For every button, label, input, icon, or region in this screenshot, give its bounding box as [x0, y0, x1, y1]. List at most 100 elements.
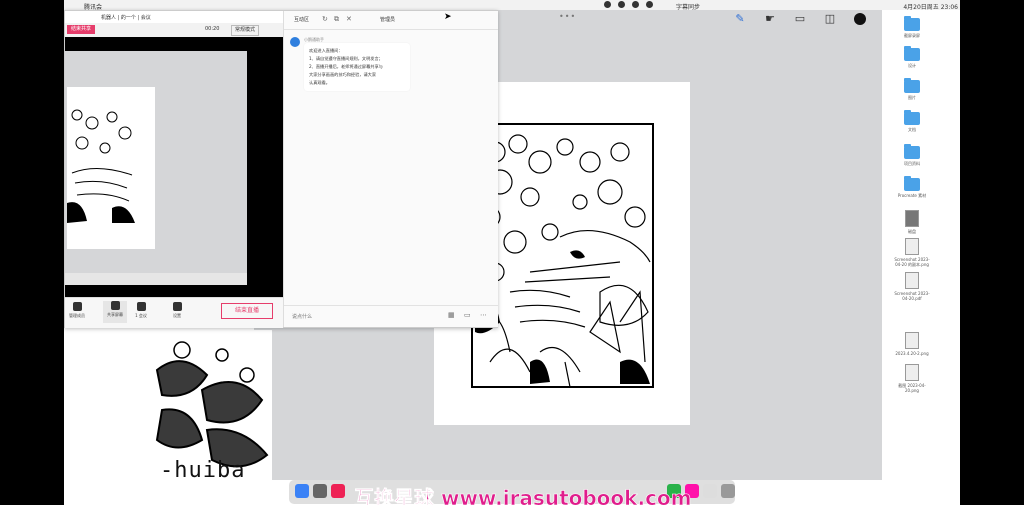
finder-icon[interactable] [295, 484, 309, 498]
refresh-icon[interactable]: ↻ [322, 15, 328, 23]
shared-canvas [67, 87, 155, 249]
message-line: 2、直播开播后，老师将通过屏幕共享与 [309, 64, 383, 69]
brush-icon[interactable]: ✎ [734, 13, 746, 25]
folder-icon [904, 46, 920, 61]
desktop-item-label: Screenshot 2023-04-20 的副本.png [894, 257, 930, 267]
desktop: 腾讯会 字幕同步 4月20日周五 23:06 ••• ✎ ☛ ▭ ◫ ↶ ↷ [64, 0, 960, 505]
chat-input-bar: ▦ ▭ ⋯ [284, 305, 498, 328]
desktop-item-label: 截屏录屏 [904, 33, 920, 38]
message-bubble: 欢迎进入直播间： 1、请自觉遵守直播间规则，文明发言； 2、直播开播后，老师将通… [304, 43, 410, 91]
shared-dock [65, 273, 247, 285]
shared-drawing-app [65, 51, 247, 273]
meeting-title: 机器人 | 的一个 | 会议 [101, 15, 151, 21]
message-line: 欢迎进入直播间： [309, 48, 343, 53]
file-icon [905, 332, 919, 349]
status-icon[interactable] [646, 1, 653, 8]
meeting-top-bar: 结束共享 00:20 常规模式 [65, 23, 283, 37]
status-icon[interactable] [604, 1, 611, 8]
meeting-title-bar: 机器人 | 的一个 | 会议 [65, 11, 283, 23]
avatar [290, 37, 300, 47]
desktop-item[interactable]: 图片 [892, 78, 932, 100]
desktop-item-label: 截图 2023-04-20.png [898, 383, 926, 393]
desktop-item-label: Screenshot 2023-04-20.pdf [894, 291, 930, 301]
meeting-icon [136, 302, 146, 311]
desktop-item[interactable]: 磁盘 [892, 210, 932, 234]
launchpad-icon[interactable] [313, 484, 327, 498]
desktop-item-label: 设计 [908, 63, 916, 68]
mode-select[interactable]: 常规模式 [231, 25, 260, 36]
status-icon[interactable] [618, 1, 625, 8]
participants-icon [72, 302, 82, 311]
desktop-item-label: 项目资料 [904, 161, 920, 166]
color-picker-icon[interactable] [854, 13, 866, 25]
desktop-item-label: 文档 [908, 127, 916, 132]
message-line: 认真观看。 [309, 80, 330, 85]
mouse-cursor-icon: ➤ [444, 12, 452, 22]
app-icon[interactable] [703, 484, 717, 498]
meeting-button[interactable]: 1 会议 [129, 302, 153, 319]
folder-icon [904, 16, 920, 31]
chat-input[interactable] [290, 311, 434, 323]
participants-button[interactable]: 管理成员 [65, 302, 89, 319]
desktop-item[interactable]: 项目资料 [892, 144, 932, 166]
meeting-label: 1 会议 [135, 313, 147, 318]
folder-icon [904, 144, 920, 159]
close-icon[interactable]: ✕ [346, 15, 352, 23]
menubar-status-icons [604, 1, 653, 8]
popout-icon[interactable]: ⧉ [334, 15, 339, 24]
message-line: 大家分享画画的技巧和经验，请大家 [309, 72, 377, 77]
file-icon [905, 238, 919, 255]
shared-screen-preview [65, 37, 283, 297]
watermark-text: 互换星球 www.irasutobook.com [354, 486, 692, 505]
chat-panel: 互动区 ↻ ⧉ ✕ 管理员 小鹅通助手 欢迎进入直播间： 1、请自觉遵守直播间规… [283, 11, 498, 327]
folder-icon [904, 78, 920, 93]
folder-icon [904, 176, 920, 191]
folder-icon [904, 110, 920, 125]
meeting-toolbar: 管理成员 共享屏幕 1 会议 设置 结束直播 [65, 297, 283, 328]
tab-manage[interactable]: 管理员 [380, 16, 395, 23]
image-icon[interactable]: ▦ [448, 311, 455, 319]
settings-icon [172, 302, 182, 311]
desktop-item[interactable]: 截屏录屏 [892, 16, 932, 38]
eraser-icon[interactable]: ▭ [794, 13, 806, 25]
screen-share-button[interactable]: 共享屏幕 [103, 301, 127, 323]
window-handle[interactable]: ••• [559, 12, 576, 21]
end-share-button[interactable]: 结束共享 [67, 25, 96, 34]
desktop-item[interactable]: 2023.4.20-2.png [892, 332, 932, 356]
layers-icon[interactable]: ◫ [824, 13, 836, 25]
participants-label: 管理成员 [69, 313, 85, 318]
desktop-item-label: Procreate 素材 [897, 193, 927, 198]
chat-tabs: 互动区 ↻ ⧉ ✕ 管理员 [284, 11, 498, 30]
status-icon[interactable] [632, 1, 639, 8]
desktop-item[interactable]: Screenshot 2023-04-20 的副本.png [892, 238, 932, 267]
desktop-item-label: 磁盘 [908, 229, 916, 234]
meeting-window: 机器人 | 的一个 | 会议 结束共享 00:20 常规模式 管理成员 共享屏幕… [64, 10, 498, 328]
desktop-item[interactable]: 设计 [892, 46, 932, 68]
disk-icon [905, 210, 919, 227]
shared-line-art [67, 103, 137, 223]
sticker-signature: -huiba [160, 458, 246, 483]
folder-icon[interactable]: ▭ [464, 311, 471, 319]
file-icon [905, 272, 919, 289]
screen-share-icon [110, 301, 120, 310]
more-icon[interactable]: ⋯ [480, 311, 487, 319]
settings-label: 设置 [173, 313, 181, 318]
desktop-item[interactable]: 截图 2023-04-20.png [892, 364, 932, 393]
smudge-icon[interactable]: ☛ [764, 13, 776, 25]
trash-icon[interactable] [721, 484, 735, 498]
meeting-timer: 00:20 [205, 26, 220, 32]
desktop-item-label: 2023.4.20-2.png [895, 351, 929, 356]
settings-button[interactable]: 设置 [165, 302, 189, 319]
file-icon [905, 364, 919, 381]
tab-interact[interactable]: 互动区 [294, 16, 309, 23]
desktop-item[interactable]: 文档 [892, 110, 932, 132]
desktop-item[interactable]: Procreate 素材 [892, 176, 932, 198]
end-live-button[interactable]: 结束直播 [221, 303, 273, 319]
screen-share-label: 共享屏幕 [107, 312, 123, 317]
menubar-clock[interactable]: 4月20日周五 23:06 [903, 2, 958, 11]
desktop-item-label: 图片 [908, 95, 916, 100]
app-icon[interactable] [331, 484, 345, 498]
menu-bar: 腾讯会 字幕同步 4月20日周五 23:06 [64, 0, 960, 11]
desktop-item[interactable]: Screenshot 2023-04-20.pdf [892, 272, 932, 301]
message-line: 1、请自觉遵守直播间规则，文明发言； [309, 56, 383, 61]
